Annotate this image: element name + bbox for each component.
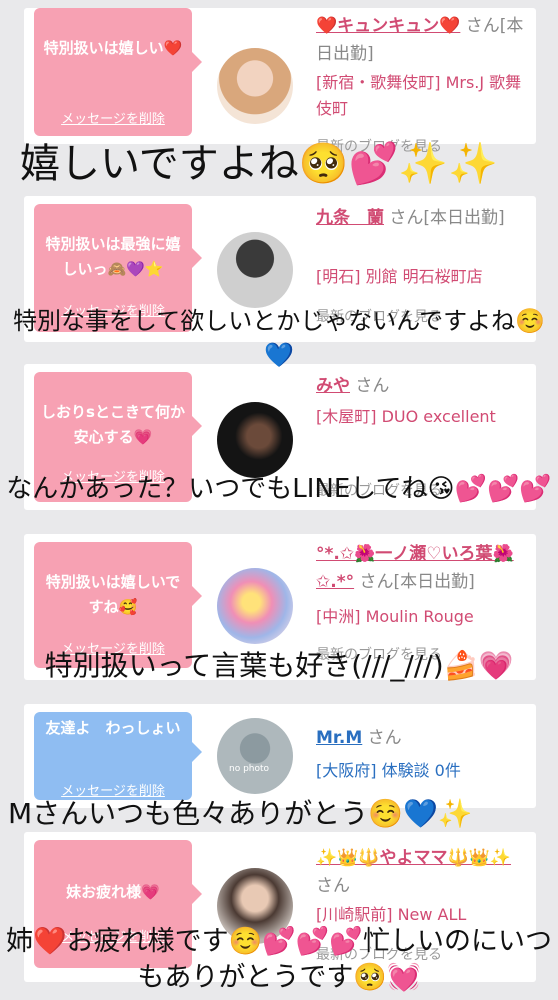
user-name-line: 九条 蘭 さん[本日出勤] bbox=[316, 204, 532, 232]
bubble-tail bbox=[192, 248, 202, 268]
user-name-link[interactable]: 九条 蘭 bbox=[316, 208, 384, 228]
overlay-caption: 特別扱いって言葉も好き(///_///)🍰💗 bbox=[44, 649, 514, 682]
bubble-tail bbox=[192, 586, 202, 606]
user-status: さん[本日出勤] bbox=[389, 208, 505, 228]
delete-message-link[interactable]: メッセージを削除 bbox=[34, 108, 192, 127]
avatar[interactable]: no photo bbox=[217, 718, 293, 794]
bubble-tail bbox=[192, 416, 202, 436]
message-text: 友達よ わっしょい bbox=[45, 719, 181, 737]
user-name-link[interactable]: みや bbox=[316, 376, 350, 396]
user-status: さん bbox=[316, 876, 350, 896]
user-name-link[interactable]: Mr.M bbox=[316, 728, 362, 748]
shop-link[interactable]: [中洲] Moulin Rouge bbox=[316, 604, 526, 630]
message-card: 特別扱いは嬉しい❤️ メッセージを削除 ❤️キュンキュン❤️ さん[本日出勤] … bbox=[24, 8, 536, 155]
overlay-caption: 特別な事をして欲しいとかじゃないんですよね☺️💙 bbox=[13, 307, 545, 369]
user-name-line: ✨👑🔱やよママ🔱👑✨ さん bbox=[316, 844, 532, 900]
avatar[interactable] bbox=[217, 402, 293, 478]
user-name-line: °*.✩🌺一ノ瀬♡いろ葉🌺✩.*° さん[本日出勤] bbox=[316, 540, 532, 596]
message-text: 特別扱いは嬉しい❤️ bbox=[43, 39, 183, 57]
bubble-tail bbox=[192, 884, 202, 904]
avatar[interactable] bbox=[217, 232, 293, 308]
shop-link[interactable]: [新宿・歌舞伎町] Mrs.J 歌舞伎町 bbox=[316, 70, 526, 122]
shop-link[interactable]: [明石] 別館 明石桜町店 bbox=[316, 264, 526, 290]
message-text: 特別扱いは嬉しいですね🥰 bbox=[45, 573, 181, 616]
overlay-caption: 嬉しいですよね🥺💕✨✨ bbox=[20, 141, 499, 187]
user-name-line: Mr.M さん bbox=[316, 724, 532, 752]
user-status: さん[本日出勤] bbox=[359, 572, 475, 592]
user-status: さん bbox=[367, 728, 402, 748]
message-text: しおりsとこきて何か安心する💗 bbox=[41, 403, 185, 446]
message-text: 妹お疲れ様💗 bbox=[66, 883, 160, 901]
overlay-caption: なんかあった？いつでもLINEしてね😘💕💕💕 bbox=[6, 474, 552, 504]
overlay-caption: 姉❤️お疲れ様です☺️💕💕💕忙しいのにいつもありがとうです🥺💓 bbox=[5, 926, 553, 993]
message-bubble: 特別扱いは嬉しい❤️ メッセージを削除 bbox=[34, 8, 202, 136]
no-photo-label: no photo bbox=[229, 764, 270, 774]
shop-link[interactable]: [大阪府] 体験談 0件 bbox=[316, 758, 526, 784]
user-status: さん bbox=[355, 376, 390, 396]
avatar[interactable] bbox=[217, 568, 293, 644]
avatar[interactable] bbox=[217, 48, 293, 124]
message-card: 友達よ わっしょい メッセージを削除 no photo Mr.M さん [大阪府… bbox=[24, 704, 536, 808]
overlay-caption: Mさんいつも色々ありがとう☺️💙✨ bbox=[8, 797, 473, 830]
shop-link[interactable]: [木屋町] DUO excellent bbox=[316, 404, 526, 430]
user-name-link[interactable]: ✨👑🔱やよママ🔱👑✨ bbox=[316, 848, 511, 868]
user-name-link[interactable]: ❤️キュンキュン❤️ bbox=[316, 16, 460, 36]
user-name-line: ❤️キュンキュン❤️ さん[本日出勤] bbox=[316, 12, 532, 68]
message-text: 特別扱いは最強に嬉しいっ🙈💜⭐️ bbox=[45, 235, 181, 278]
user-name-line: みや さん bbox=[316, 372, 532, 400]
bubble-tail bbox=[192, 742, 202, 762]
message-bubble: 友達よ わっしょい メッセージを削除 bbox=[34, 712, 202, 800]
bubble-tail bbox=[192, 52, 202, 72]
